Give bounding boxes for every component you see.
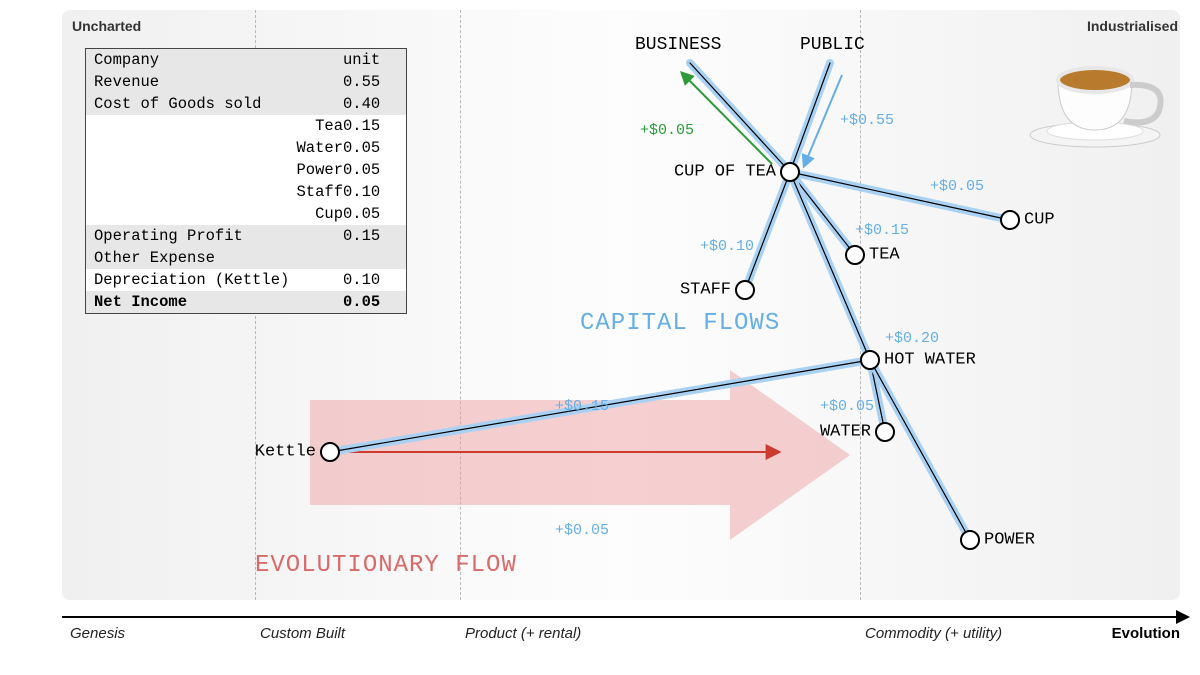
node-tea xyxy=(845,245,865,265)
pl-row: Revenue0.55 xyxy=(86,71,406,93)
corner-uncharted: Uncharted xyxy=(72,18,141,34)
axis-phase-genesis: Genesis xyxy=(70,625,125,642)
pl-row-label: Cost of Goods sold xyxy=(94,95,343,113)
axis-title: Evolution xyxy=(1112,625,1180,642)
node-label-staff: STAFF xyxy=(680,281,731,300)
pl-row: Other Expense xyxy=(86,247,406,269)
pl-row: Depreciation (Kettle)0.10 xyxy=(86,269,406,291)
node-label-kettle: Kettle xyxy=(255,443,316,462)
pl-row-label: Net Income xyxy=(94,293,343,311)
node-label-cup: CUP xyxy=(1024,211,1055,230)
pl-header: Company unit xyxy=(86,49,406,71)
pl-row-label: Water xyxy=(196,139,343,157)
node-kettle xyxy=(320,442,340,462)
pl-row-label: Power xyxy=(196,161,343,179)
anchor-business: BUSINESS xyxy=(635,35,721,55)
pl-row: Operating Profit0.15 xyxy=(86,225,406,247)
pl-row-label: Revenue xyxy=(94,73,343,91)
pl-row-label: Other Expense xyxy=(94,249,343,267)
pl-row-label: Cup xyxy=(196,205,343,223)
axis-phase-product: Product (+ rental) xyxy=(465,625,581,642)
pl-row-value xyxy=(343,249,398,267)
pl-row-value: 0.05 xyxy=(343,139,398,157)
pl-row: Net Income0.05 xyxy=(86,291,406,313)
node-label-tea: TEA xyxy=(869,246,900,265)
corner-industrialised: Industrialised xyxy=(1087,18,1178,34)
node-label-water: WATER xyxy=(820,423,871,442)
pl-header-right: unit xyxy=(343,51,398,69)
pl-table: Company unit Revenue0.55Cost of Goods so… xyxy=(85,48,407,314)
pl-row-label: Staff xyxy=(196,183,343,201)
node-hot_water xyxy=(860,350,880,370)
node-staff xyxy=(735,280,755,300)
node-label-power: POWER xyxy=(984,531,1035,550)
flow-cost-public_in: +$0.55 xyxy=(840,112,894,129)
pl-row-label: Depreciation (Kettle) xyxy=(94,271,343,289)
flow-cost-business_out: +$0.05 xyxy=(640,122,694,139)
pl-row-value: 0.15 xyxy=(343,117,398,135)
pl-row-value: 0.10 xyxy=(343,271,398,289)
pl-row: Staff0.10 xyxy=(86,181,406,203)
anchor-public: PUBLIC xyxy=(800,35,865,55)
pl-row-value: 0.05 xyxy=(343,205,398,223)
flow-cost-hot_water-kettle: +$0.15 xyxy=(555,398,609,415)
flow-cost-hot_water-power: +$0.05 xyxy=(555,522,609,539)
axis-phase-commodity: Commodity (+ utility) xyxy=(865,625,1002,642)
pl-row: Water0.05 xyxy=(86,137,406,159)
pl-row: Cost of Goods sold0.40 xyxy=(86,93,406,115)
flow-cost-cup_of_tea-staff: +$0.10 xyxy=(700,238,754,255)
evolution-axis xyxy=(62,616,1180,618)
pl-row-label: Tea xyxy=(196,117,343,135)
node-label-hot_water: HOT WATER xyxy=(884,351,976,370)
phase-divider-2 xyxy=(460,10,461,600)
heading-capital-flows: CAPITAL FLOWS xyxy=(580,310,780,337)
node-power xyxy=(960,530,980,550)
node-cup_of_tea xyxy=(780,162,800,182)
flow-cost-hot_water-water: +$0.05 xyxy=(820,398,874,415)
pl-row-value: 0.05 xyxy=(343,161,398,179)
pl-row-value: 0.15 xyxy=(343,227,398,245)
axis-phase-custom: Custom Built xyxy=(260,625,345,642)
pl-row-label: Operating Profit xyxy=(94,227,343,245)
flow-cost-cup_of_tea-hot_water: +$0.20 xyxy=(885,330,939,347)
pl-row-value: 0.10 xyxy=(343,183,398,201)
pl-row: Tea0.15 xyxy=(86,115,406,137)
heading-evolutionary-flow: EVOLUTIONARY FLOW xyxy=(255,552,517,579)
node-label-cup_of_tea: CUP OF TEA xyxy=(674,163,776,182)
flow-cost-cup_of_tea-cup: +$0.05 xyxy=(930,178,984,195)
evolution-axis-arrow xyxy=(1176,610,1190,624)
pl-row-value: 0.05 xyxy=(343,293,398,311)
node-water xyxy=(875,422,895,442)
pl-header-left: Company xyxy=(94,51,343,69)
node-cup xyxy=(1000,210,1020,230)
pl-row-value: 0.40 xyxy=(343,95,398,113)
teacup-image xyxy=(1020,35,1180,155)
pl-row: Cup0.05 xyxy=(86,203,406,225)
pl-row-value: 0.55 xyxy=(343,73,398,91)
pl-row: Power0.05 xyxy=(86,159,406,181)
flow-cost-cup_of_tea-tea: +$0.15 xyxy=(855,222,909,239)
phase-divider-3 xyxy=(860,10,861,600)
